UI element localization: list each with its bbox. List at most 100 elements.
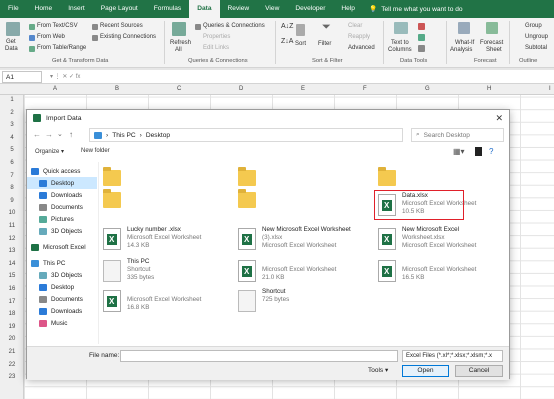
view-options-icon[interactable]: ▦▾ bbox=[453, 147, 465, 156]
sort-za-icon[interactable]: Z↓A bbox=[281, 38, 293, 45]
sort-button[interactable]: Sort bbox=[295, 41, 306, 47]
advanced-button[interactable]: Advanced bbox=[348, 45, 375, 51]
open-button[interactable]: Open bbox=[402, 365, 449, 377]
sidebar-item[interactable]: Desktop bbox=[27, 281, 97, 293]
sidebar-item[interactable]: Desktop bbox=[27, 177, 97, 189]
sidebar-item[interactable]: Downloads bbox=[27, 305, 97, 317]
file-item[interactable]: This PC Shortcut 335 bytes bbox=[103, 258, 223, 288]
sidebar-item[interactable]: Quick access bbox=[27, 165, 97, 177]
file-item[interactable]: X Microsoft Excel Worksheet 21.0 KB bbox=[238, 258, 358, 288]
sidebar-item[interactable]: 3D Objects bbox=[27, 225, 97, 237]
row-header: 8 bbox=[10, 185, 14, 192]
recent-sources-button[interactable]: Recent Sources bbox=[100, 23, 143, 29]
namebox-dropdown-icon[interactable]: ▾ ⋮ ✕ ✓ fx bbox=[50, 73, 80, 80]
what-if-line2[interactable]: Analysis bbox=[450, 47, 472, 53]
tab-view[interactable]: View bbox=[257, 0, 287, 18]
file-item[interactable]: Shortcut 725 bytes bbox=[238, 288, 358, 318]
from-text-csv-button[interactable]: From Text/CSV bbox=[37, 23, 78, 29]
subtotal-button[interactable]: Subtotal bbox=[525, 45, 547, 51]
3d-objects-icon bbox=[39, 271, 47, 279]
file-type-select[interactable]: Excel Files (*.xl*;*.xlsx;*.xlsm;*.x bbox=[402, 350, 503, 362]
organize-button[interactable]: Organize ▾ bbox=[35, 148, 64, 155]
sort-az-icon[interactable]: A↓Z bbox=[281, 23, 293, 30]
clear-button[interactable]: Clear bbox=[348, 23, 362, 29]
remove-duplicates-icon[interactable] bbox=[418, 23, 425, 30]
refresh-all-button[interactable]: Refresh bbox=[170, 40, 191, 46]
file-item[interactable]: X Microsoft Excel Worksheet 16.8 KB bbox=[103, 288, 223, 318]
from-web-button[interactable]: From Web bbox=[37, 34, 65, 40]
cancel-button[interactable]: Cancel bbox=[455, 365, 503, 377]
new-folder-button[interactable]: New folder bbox=[81, 148, 110, 154]
tab-insert[interactable]: Insert bbox=[60, 0, 93, 18]
from-table-button[interactable]: From Table/Range bbox=[37, 45, 86, 51]
file-name-input[interactable] bbox=[120, 350, 398, 362]
group-forecast: Forecast bbox=[474, 58, 497, 64]
tab-page-layout[interactable]: Page Layout bbox=[93, 0, 146, 18]
sidebar-item[interactable]: Documents bbox=[27, 201, 97, 213]
sidebar-item[interactable]: Documents bbox=[27, 293, 97, 305]
existing-connections-button[interactable]: Existing Connections bbox=[100, 34, 156, 40]
get-data-button-line2[interactable]: Data bbox=[5, 46, 18, 52]
filter-button[interactable]: Filter bbox=[318, 41, 331, 47]
shortcut-icon bbox=[103, 260, 121, 282]
tab-review[interactable]: Review bbox=[220, 0, 258, 18]
edit-links-button[interactable]: Edit Links bbox=[203, 45, 229, 51]
forecast-sheet-button[interactable]: Forecast bbox=[480, 40, 503, 46]
forecast-sheet-line2[interactable]: Sheet bbox=[486, 47, 502, 53]
reapply-button[interactable]: Reapply bbox=[348, 34, 370, 40]
dialog-toolbar: Organize ▾ New folder ▦▾ ? bbox=[27, 144, 509, 160]
search-input[interactable]: ⌕ Search Desktop bbox=[411, 128, 504, 142]
sidebar-item[interactable]: Pictures bbox=[27, 213, 97, 225]
refresh-all-line2[interactable]: All bbox=[175, 47, 182, 53]
recent-dropdown-icon[interactable]: ⌄ bbox=[57, 130, 63, 138]
tell-me-search[interactable]: 💡 Tell me what you want to do bbox=[369, 5, 463, 14]
text-to-columns-button[interactable]: Text to bbox=[391, 40, 409, 46]
pc-icon bbox=[94, 131, 102, 139]
ungroup-button[interactable]: Ungroup bbox=[525, 34, 548, 40]
preview-pane-icon[interactable] bbox=[475, 147, 482, 156]
sidebar-item[interactable]: Music bbox=[27, 317, 97, 329]
text-to-columns-line2[interactable]: Columns bbox=[388, 47, 412, 53]
sidebar-item-label: 3D Objects bbox=[51, 227, 83, 235]
help-icon[interactable]: ? bbox=[489, 147, 493, 156]
tab-formulas[interactable]: Formulas bbox=[146, 0, 189, 18]
get-data-button[interactable]: Get bbox=[6, 39, 16, 45]
column-header: H bbox=[487, 86, 492, 92]
breadcrumb-this-pc[interactable]: This PC bbox=[112, 132, 135, 139]
what-if-button[interactable]: What-If bbox=[455, 40, 474, 46]
forward-arrow-icon[interactable]: → bbox=[45, 130, 53, 139]
breadcrumb-separator: › bbox=[139, 131, 142, 139]
tools-button[interactable]: Tools ▾ bbox=[368, 366, 388, 374]
consolidate-icon[interactable] bbox=[418, 45, 425, 52]
file-item[interactable]: X Microsoft Excel Worksheet 16.5 KB bbox=[378, 258, 498, 288]
file-item[interactable]: X New Microsoft Excel Worksheet.xlsx Micros… bbox=[378, 226, 498, 256]
queries-connections-button[interactable]: Queries & Connections bbox=[203, 23, 265, 29]
sidebar-item[interactable]: 3D Objects bbox=[27, 269, 97, 281]
group-button[interactable]: Group bbox=[525, 23, 542, 29]
tab-developer[interactable]: Developer bbox=[287, 0, 333, 18]
sidebar-item[interactable]: Microsoft Excel bbox=[27, 241, 97, 253]
file-item[interactable] bbox=[238, 186, 358, 216]
close-icon[interactable]: ✕ bbox=[495, 113, 503, 124]
sidebar-item[interactable]: This PC bbox=[27, 257, 97, 269]
breadcrumb-separator: › bbox=[106, 131, 109, 139]
back-arrow-icon[interactable]: ← bbox=[33, 130, 41, 139]
up-arrow-icon[interactable]: ↑ bbox=[69, 130, 73, 139]
tab-help[interactable]: Help bbox=[333, 0, 363, 18]
file-item[interactable]: X Lucky number .xlsx Microsoft Excel Works… bbox=[103, 226, 223, 256]
row-header: 14 bbox=[8, 260, 16, 267]
row-header: 15 bbox=[8, 273, 16, 280]
sidebar-item[interactable]: Downloads bbox=[27, 189, 97, 201]
tab-data[interactable]: Data bbox=[189, 0, 220, 18]
address-bar[interactable]: › This PC › Desktop bbox=[89, 128, 403, 142]
file-item[interactable] bbox=[103, 186, 223, 216]
folder-icon bbox=[103, 189, 121, 208]
tab-file[interactable]: File bbox=[0, 0, 27, 18]
name-box[interactable]: A1 bbox=[2, 71, 42, 83]
data-validation-icon[interactable] bbox=[418, 34, 425, 41]
file-item[interactable]: X New Microsoft Excel Worksheet (3).xlsx Mi… bbox=[238, 226, 358, 256]
breadcrumb-desktop[interactable]: Desktop bbox=[146, 132, 170, 139]
properties-button[interactable]: Properties bbox=[203, 34, 230, 40]
column-header: B bbox=[115, 86, 120, 92]
tab-home[interactable]: Home bbox=[27, 0, 61, 18]
